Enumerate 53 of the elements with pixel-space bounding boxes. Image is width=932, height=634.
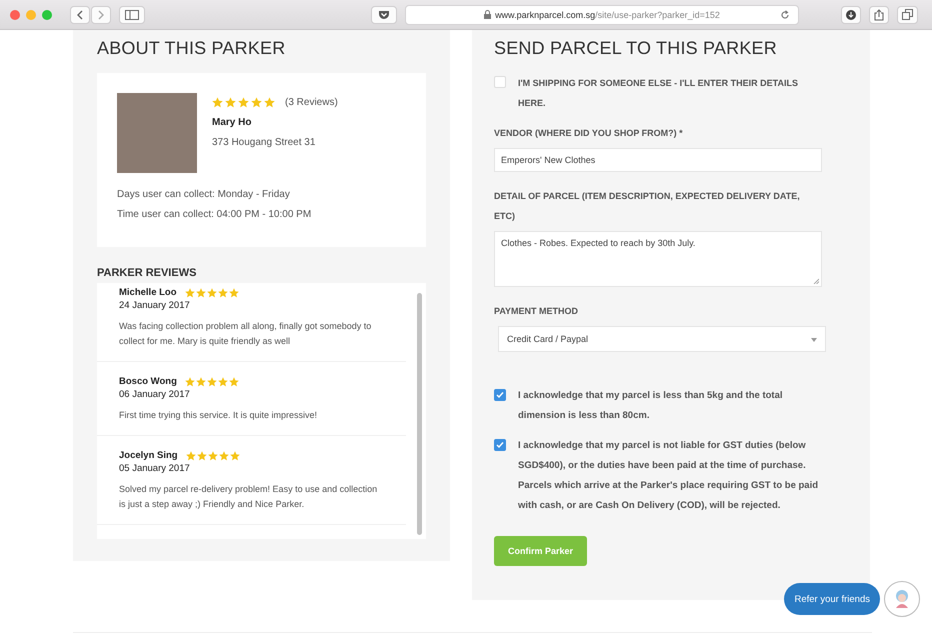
payment-method-dropdown[interactable]: Credit Card / Paypal [498, 326, 826, 352]
checkbox-label: I acknowledge that my parcel is not liable for GST duties (below SGD$400), or the duties have been paid at the time of purchase. Parcels which arrive at the Parker's place requiring GST to be paid with cash, or are Cash On Delivery (COD), will be rejected. [518, 439, 820, 513]
checkbox[interactable] [494, 439, 506, 451]
caret-icon [811, 338, 817, 342]
section-title: SEND PARCEL TO THIS PARKER [494, 38, 778, 59]
review-text: Was facing collection problem all along, finally got somebody to collect for me. Mary is quite friendly as well [119, 320, 372, 348]
tabs-button[interactable] [897, 6, 918, 24]
reviewer-name: Michelle Loo [119, 287, 177, 298]
vendor-field[interactable]: Emperors' New Clothes [494, 148, 822, 172]
back-button[interactable] [70, 6, 90, 24]
review-date: 05 January 2017 [119, 463, 191, 474]
url-path: /site/use-parker?parker_id=152 [595, 10, 720, 20]
checkbox[interactable] [494, 389, 506, 401]
field-label: VENDOR (WHERE DID YOU SHOP FROM?) * [494, 127, 684, 140]
reviewer-name: Jocelyn Sing [119, 450, 178, 461]
field-label: PAYMENT METHOD [494, 305, 580, 318]
review-text: First time trying this service. It is quite impressive! [119, 409, 318, 422]
forward-icon [97, 10, 105, 20]
reload-icon[interactable] [780, 10, 790, 20]
review-date: 06 January 2017 [119, 389, 191, 400]
back-icon [76, 10, 84, 20]
reviews-heading: PARKER REVIEWS [97, 267, 198, 279]
sidebar-button[interactable] [119, 6, 145, 24]
parcel-detail-field[interactable]: Clothes - Robes. Expected to reach by 30th July. [494, 231, 822, 287]
pocket-icon [378, 10, 390, 20]
share-button[interactable] [869, 6, 889, 24]
parker-name: Mary Ho [212, 117, 252, 128]
zoom-icon[interactable] [42, 10, 52, 20]
url-host: www.parknparcel.com.sg [495, 10, 596, 20]
sidebar-icon [125, 10, 139, 20]
close-icon[interactable] [10, 10, 20, 20]
download-icon [846, 10, 856, 20]
scrollbar-thumb[interactable] [417, 293, 422, 535]
tabs-icon [902, 9, 913, 20]
pocket-button[interactable] [371, 6, 397, 24]
reviewer-name: Bosco Wong [119, 376, 177, 387]
collection-detail: Days user can collect: Monday - Friday [117, 188, 291, 202]
download-button[interactable] [841, 6, 861, 24]
resize-grip-icon[interactable] [813, 278, 819, 284]
share-icon [874, 8, 884, 20]
review-count: (3 Reviews) [285, 97, 338, 108]
avatar-icon[interactable] [884, 581, 920, 617]
lock-icon [484, 10, 492, 19]
review-date: 24 January 2017 [119, 300, 191, 311]
section-title: ABOUT THIS PARKER [97, 38, 286, 59]
parker-address: 373 Hougang Street 31 [212, 137, 316, 148]
refer-friends-button[interactable]: Refer your friends [784, 583, 880, 615]
collection-detail: Time user can collect: 04:00 PM - 10:00 PM [117, 208, 312, 222]
review-text: Solved my parcel re-delivery problem! Easy to use and collection is just a step away ;) Friendly and Nice Parker. [119, 483, 378, 511]
checkbox-label: I'M SHIPPING FOR SOMEONE ELSE - I'LL ENTER THEIR DETAILS HERE. [518, 77, 799, 110]
checkbox-label: I acknowledge that my parcel is less than 5kg and the total dimension is less than 80cm. [518, 389, 784, 423]
address-bar[interactable]: www.parknparcel.com.sg/site/use-parker?parker_id=152 [405, 4, 799, 24]
field-label: DETAIL OF PARCEL (ITEM DESCRIPTION, EXPECTED DELIVERY DATE, ETC) [494, 190, 801, 223]
